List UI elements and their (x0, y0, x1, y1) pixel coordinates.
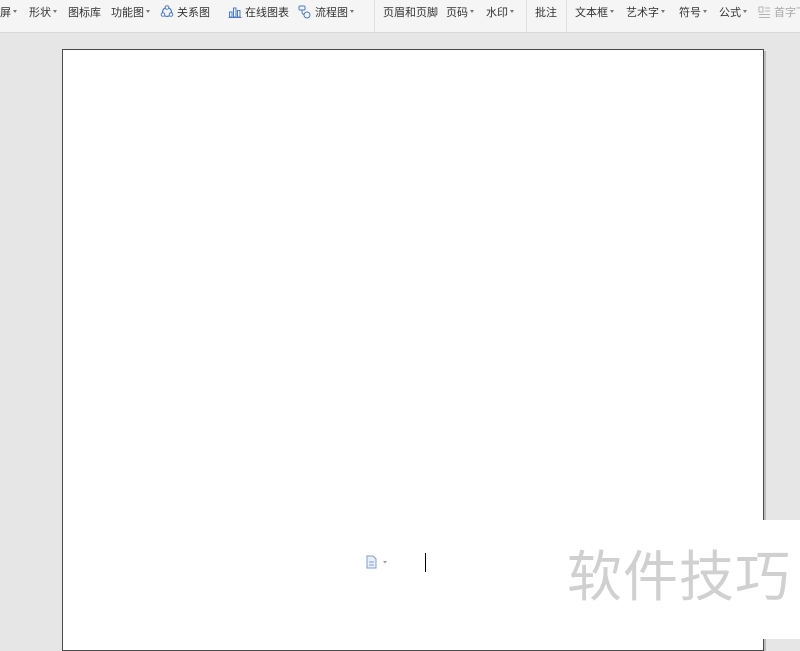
chevron-down-icon (661, 10, 665, 13)
shapes-button-label: 形状 (29, 6, 51, 19)
chevron-down-icon (510, 10, 514, 13)
flowchart-button[interactable]: 流程图 (298, 4, 354, 22)
chevron-down-icon (350, 10, 354, 13)
formula-button[interactable]: 公式 (719, 4, 747, 22)
watermark-text: 软件技巧 (567, 545, 792, 609)
ribbon-toolbar: 屏 形状 图标库 功能图 关系图 在线图表 流程图 页眉和页脚 页码 水印 批注… (0, 0, 800, 33)
drop-cap-button[interactable]: 首字下 (758, 4, 800, 22)
formula-button-label: 公式 (719, 6, 741, 19)
page-number-button[interactable]: 页码 (446, 4, 474, 22)
function-chart-button-label: 功能图 (111, 6, 144, 19)
relation-chart-button-label: 关系图 (177, 6, 210, 19)
watermark-button-label: 水印 (486, 6, 508, 19)
page-number-button-label: 页码 (446, 6, 468, 19)
symbol-button-label: 符号 (679, 6, 701, 19)
chevron-down-icon (53, 10, 57, 13)
icon-library-button-label: 图标库 (68, 6, 101, 19)
icon-library-button[interactable]: 图标库 (68, 4, 101, 22)
function-chart-button[interactable]: 功能图 (111, 4, 150, 22)
flowchart-icon (298, 5, 311, 19)
word-art-button[interactable]: 艺术字 (626, 4, 665, 22)
symbol-button[interactable]: 符号 (679, 4, 707, 22)
chevron-down-icon (13, 10, 17, 13)
screen-button-label: 屏 (0, 6, 11, 19)
document-icon (366, 555, 377, 569)
watermark-button[interactable]: 水印 (486, 4, 514, 22)
chevron-down-icon (146, 10, 150, 13)
toolbar-divider (374, 0, 375, 32)
drop-cap-icon (758, 6, 770, 18)
comment-button-label: 批注 (535, 6, 557, 19)
drop-cap-button-label: 首字下 (774, 6, 800, 19)
chevron-down-icon (610, 10, 614, 13)
paragraph-options-button[interactable] (365, 555, 391, 569)
online-chart-icon (228, 7, 242, 18)
online-chart-button-label: 在线图表 (245, 6, 289, 19)
header-footer-button-label: 页眉和页脚 (383, 6, 438, 19)
relation-chart-button[interactable]: 关系图 (160, 4, 210, 22)
screen-button[interactable]: 屏 (0, 4, 17, 22)
comment-button[interactable]: 批注 (535, 4, 557, 22)
chevron-down-icon (743, 10, 747, 13)
toolbar-divider (566, 0, 567, 32)
shapes-button[interactable]: 形状 (29, 4, 57, 22)
toolbar-divider (526, 0, 527, 32)
header-footer-button[interactable]: 页眉和页脚 (383, 4, 438, 22)
text-box-button[interactable]: 文本框 (575, 4, 614, 22)
word-art-button-label: 艺术字 (626, 6, 659, 19)
chevron-down-icon (703, 10, 707, 13)
flowchart-button-label: 流程图 (315, 6, 348, 19)
text-box-button-label: 文本框 (575, 6, 608, 19)
online-chart-button[interactable]: 在线图表 (228, 4, 289, 22)
text-cursor (425, 553, 426, 572)
chevron-down-icon (470, 10, 474, 13)
chevron-down-icon (383, 561, 387, 564)
relation-chart-icon (160, 5, 174, 18)
